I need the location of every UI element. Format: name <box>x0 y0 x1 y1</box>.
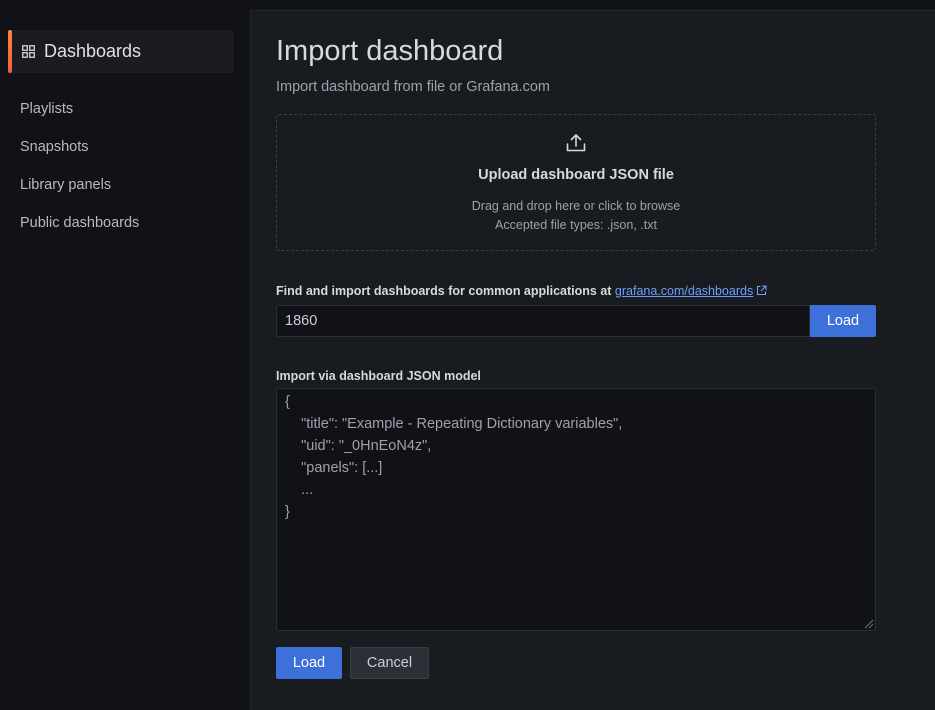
json-placeholder-line: } <box>285 504 290 520</box>
grafana-com-label: Find and import dashboards for common ap… <box>276 284 767 298</box>
external-link-icon <box>757 285 767 296</box>
upload-title: Upload dashboard JSON file <box>478 167 674 183</box>
json-placeholder-line: ... <box>285 482 314 498</box>
main-content: Import dashboard Import dashboard from f… <box>250 10 935 710</box>
grafana-com-label-text: Find and import dashboards for common ap… <box>276 284 615 298</box>
sidebar-item-snapshots[interactable]: Snapshots <box>20 139 89 155</box>
sidebar: Dashboards Playlists Snapshots Library p… <box>0 0 250 698</box>
cancel-button[interactable]: Cancel <box>350 647 429 679</box>
json-placeholder-line: { <box>285 394 290 410</box>
upload-icon <box>566 134 586 152</box>
sidebar-item-dashboards[interactable]: Dashboards <box>8 30 234 73</box>
page-subtitle: Import dashboard from file or Grafana.co… <box>276 79 551 95</box>
accepted-file-types: Accepted file types: .json, .txt <box>495 218 657 232</box>
drag-drop-hint: Drag and drop here or click to browse <box>471 199 681 213</box>
sidebar-item-library-panels[interactable]: Library panels <box>20 177 111 193</box>
grafana-com-link[interactable]: grafana.com/dashboards <box>615 284 753 298</box>
json-placeholder-line: "uid": "_0HnEoN4z", <box>285 438 432 454</box>
sidebar-item-label: Dashboards <box>44 41 142 61</box>
sidebar-item-playlists[interactable]: Playlists <box>20 101 73 117</box>
page-title: Import dashboard <box>276 35 504 67</box>
load-button[interactable]: Load <box>276 647 342 679</box>
load-id-button[interactable]: Load <box>810 305 876 337</box>
apps-grid-icon <box>22 45 35 58</box>
json-model-textarea[interactable]: { "title": "Example - Repeating Dictiona… <box>276 388 876 631</box>
json-placeholder-line: "title": "Example - Repeating Dictionary… <box>285 416 623 432</box>
file-dropzone[interactable]: Upload dashboard JSON file Drag and drop… <box>276 114 876 251</box>
dashboard-id-input[interactable] <box>276 305 810 337</box>
sidebar-item-public-dashboards[interactable]: Public dashboards <box>20 215 139 231</box>
active-indicator <box>8 30 12 73</box>
json-model-label: Import via dashboard JSON model <box>276 369 481 383</box>
resize-handle-icon[interactable] <box>862 617 874 629</box>
json-placeholder-line: "panels": [...] <box>285 460 383 476</box>
